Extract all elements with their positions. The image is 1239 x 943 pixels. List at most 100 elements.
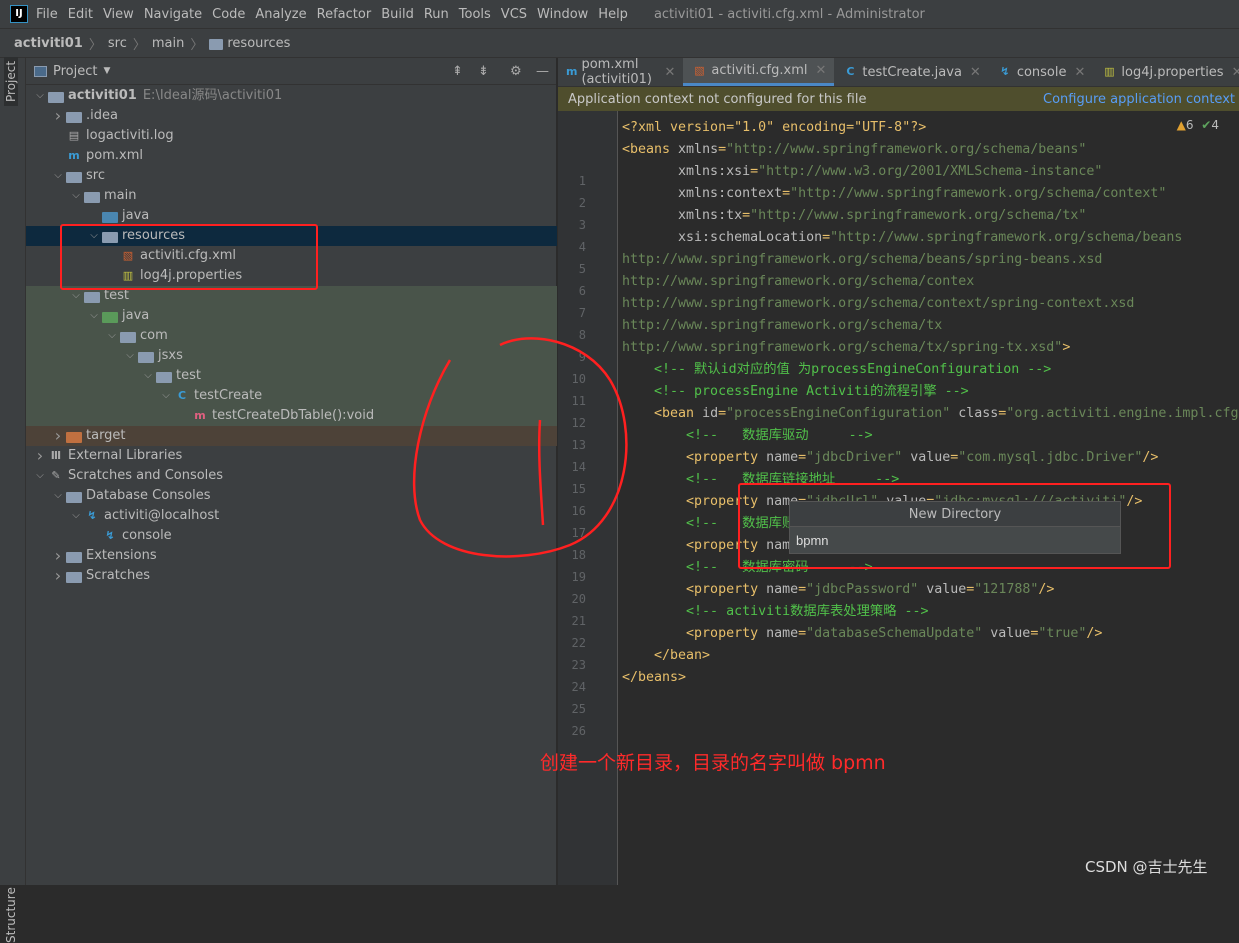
menu-build[interactable]: Build [381,7,414,22]
notification-banner: Application context not configured for t… [558,87,1239,111]
tab-log4j-properties[interactable]: ▥ log4j.properties ✕ [1093,58,1239,86]
code-line: xmlns:tx="http://www.springframework.org… [622,205,1086,227]
code-token: name [766,582,799,597]
chevron-down-icon[interactable]: ⌵ [32,86,48,106]
chevron-right-icon[interactable]: › [50,426,66,446]
chevron-down-icon[interactable]: ⌵ [50,166,66,186]
excluded-folder-icon [66,431,82,443]
chevron-down-icon[interactable]: ⌵ [104,326,120,346]
menu-file[interactable]: File [36,7,58,22]
code-token: "http://www.springframework.org/schema/c… [790,186,1167,201]
chevron-down-icon[interactable]: ⌵ [122,346,138,366]
chevron-down-icon[interactable]: ⌵ [50,486,66,506]
menu-analyze[interactable]: Analyze [255,7,306,22]
tab-activiti-cfg-xml[interactable]: ▧ activiti.cfg.xml ✕ [683,58,835,86]
tree-item-main[interactable]: ⌵ main [26,186,557,206]
breadcrumb: activiti01 〉 src 〉 main 〉 resources [0,28,1239,58]
tree-item-logactiviti-log[interactable]: ▤ logactiviti.log [26,126,557,146]
line-number: 1 [578,174,586,188]
tab-pom-xml-activiti01-[interactable]: m pom.xml (activiti01) ✕ [558,57,683,87]
tab-label: pom.xml (activiti01) [581,57,652,87]
database-icon: ↯ [87,509,97,522]
line-number: 21 [571,614,586,628]
tab-console[interactable]: ↯ console ✕ [989,58,1094,86]
close-icon[interactable]: ✕ [970,65,981,80]
project-view-selector[interactable]: Project [53,64,97,79]
tree-item-label: External Libraries [68,448,183,463]
code-line: xsi:schemaLocation="http://www.springfra… [622,227,1182,249]
minimize-icon[interactable]: — [536,64,549,79]
chevron-down-icon[interactable]: ▼ [103,66,110,76]
annotation-circle-scribble [412,337,628,558]
chevron-down-icon[interactable]: ⌵ [68,506,84,526]
chevron-down-icon[interactable]: ⌵ [158,386,174,406]
tree-item-pom-xml[interactable]: m pom.xml [26,146,557,166]
tree-item-java[interactable]: java [26,206,557,226]
menu-vcs[interactable]: VCS [501,7,527,22]
code-token: <!-- 默认id对应的值 为processEngineConfiguratio… [622,362,1052,377]
tree-item--idea[interactable]: › .idea [26,106,557,126]
gear-icon[interactable]: ⚙ [510,64,522,79]
chevron-right-icon[interactable]: › [50,566,66,586]
maven-icon: m [566,65,578,78]
menu-code[interactable]: Code [212,7,245,22]
code-line: http://www.springframework.org/schema/co… [622,293,1134,315]
tree-item-label: console [122,528,172,543]
line-number: 7 [578,306,586,320]
menu-refactor[interactable]: Refactor [317,7,372,22]
chevron-down-icon[interactable]: ⌵ [32,466,48,486]
code-token: value [910,450,951,465]
inspection-widget[interactable]: ▲6 ✔4 [1177,118,1219,132]
code-token: <property [622,582,767,597]
code-token: "true" [1038,626,1087,641]
code-token: xsi:schemaLocation [622,230,823,245]
tree-item-label: java [122,208,150,223]
annotation-box-dialog [738,483,1171,569]
close-icon[interactable]: ✕ [815,63,826,78]
menu-run[interactable]: Run [424,7,449,22]
tab-label: testCreate.java [862,64,962,80]
chevron-right-icon[interactable]: › [50,106,66,126]
menu-navigate[interactable]: Navigate [144,7,202,22]
tree-item-java[interactable]: ⌵ java [26,306,557,326]
breadcrumb-resources[interactable]: resources [227,36,290,51]
code-line: <?xml version="1.0" encoding="UTF-8"?> [622,117,926,139]
tab-label: log4j.properties [1121,64,1224,80]
project-view-icon [34,65,47,77]
breadcrumb-src[interactable]: src [108,36,127,51]
tool-window-structure-tab[interactable]: Structure [4,887,18,943]
tree-item-src[interactable]: ⌵ src [26,166,557,186]
tree-item-label: target [86,428,126,443]
tree-item-activiti01[interactable]: ⌵ activiti01 E:\Ideal源码\activiti01 [26,86,557,106]
breadcrumb-activiti01[interactable]: activiti01 [14,36,83,51]
method-icon: m [194,409,206,422]
code-line: http://www.springframework.org/schema/co… [622,271,974,293]
code-line: <!-- processEngine Activiti的流程引擎 --> [622,381,969,403]
chevron-right-icon[interactable]: › [50,546,66,566]
code-line: <bean id="processEngineConfiguration" cl… [622,403,1238,425]
menu-tools[interactable]: Tools [459,7,491,22]
tree-item-label: testCreateDbTable():void [212,408,375,423]
close-icon[interactable]: ✕ [665,65,676,80]
menu-edit[interactable]: Edit [68,7,93,22]
close-icon[interactable]: ✕ [1232,65,1239,80]
tab-testcreate-java[interactable]: CtestCreate.java ✕ [834,58,988,86]
chevron-down-icon[interactable]: ⌵ [140,366,156,386]
chevron-down-icon[interactable]: ⌵ [68,186,84,206]
menu-help[interactable]: Help [598,7,628,22]
chevron-down-icon[interactable]: ⌵ [86,306,102,326]
breadcrumb-main[interactable]: main [152,36,184,51]
code-token: http://www.springframework.org/schema/tx [622,318,943,333]
expand-all-icon[interactable]: ⇞ [452,64,463,79]
code-token: xmlns:context [622,186,783,201]
collapse-all-icon[interactable]: ⇟ [478,64,489,79]
chevron-right-icon[interactable]: › [32,446,48,466]
code-token: "http://www.springframework.org/schema/b… [830,230,1183,245]
tool-window-project-tab[interactable]: Project [4,56,18,106]
code-line: </bean> [622,645,710,667]
menu-window[interactable]: Window [537,7,588,22]
configure-context-link[interactable]: Configure application context [1043,92,1235,107]
close-icon[interactable]: ✕ [1075,65,1086,80]
menu-view[interactable]: View [103,7,134,22]
line-number: 25 [571,702,586,716]
